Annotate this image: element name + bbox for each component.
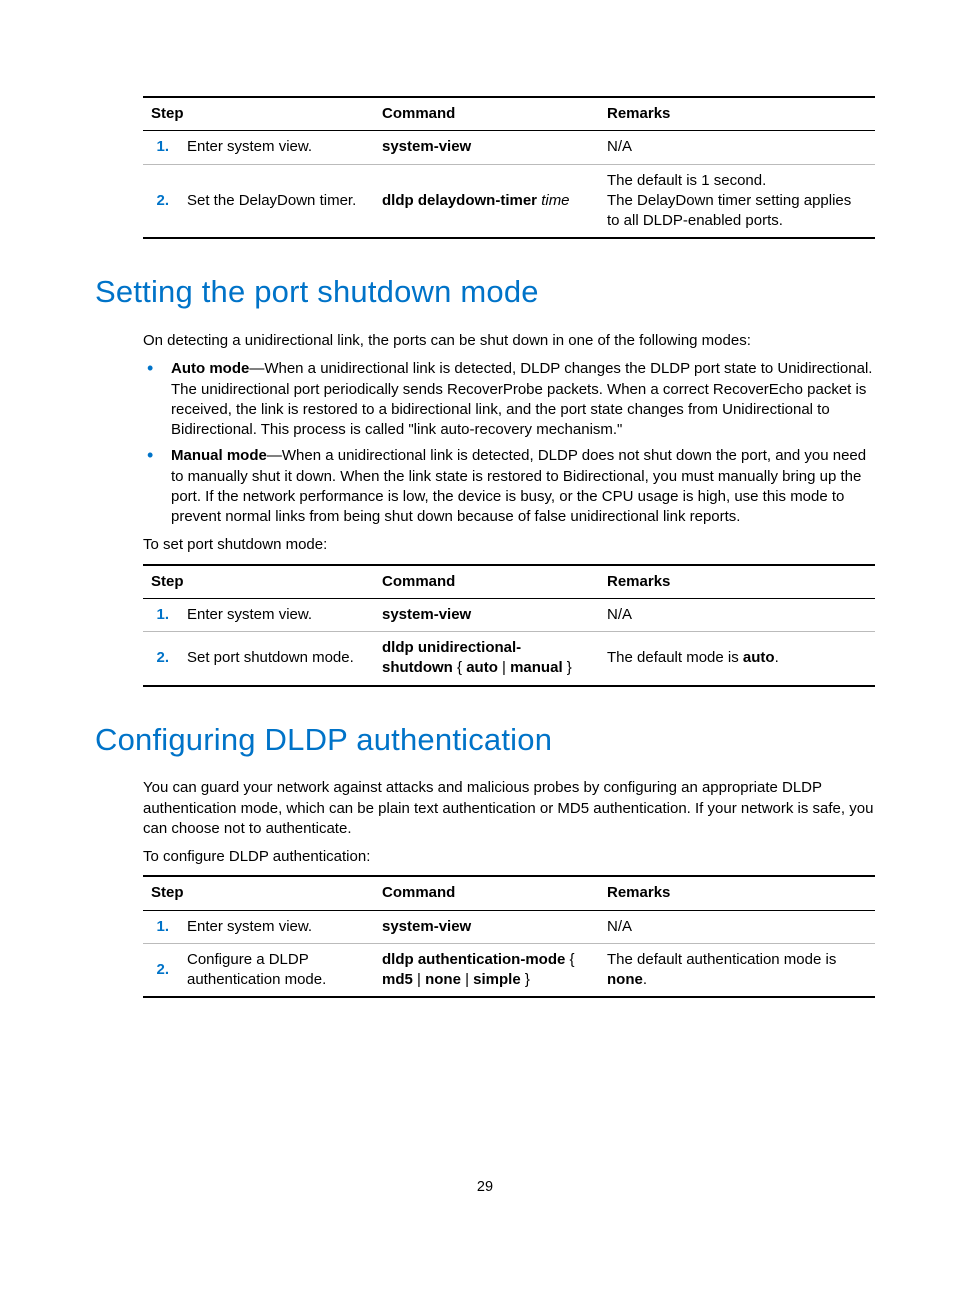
command-cell: system-view xyxy=(374,598,599,631)
step-description: Enter system view. xyxy=(179,910,374,943)
table-row: 1.Enter system view.system-viewN/A xyxy=(143,598,875,631)
step-number: 1. xyxy=(143,131,179,164)
section1-content: On detecting a unidirectional link, the … xyxy=(143,331,875,687)
section2-lead: To configure DLDP authentication: xyxy=(143,847,875,867)
section2-content: You can guard your network against attac… xyxy=(143,778,875,998)
step-number: 2. xyxy=(143,943,179,997)
command-cell: dldp authentication-mode { md5 | none | … xyxy=(374,943,599,997)
remarks-cell: The default mode is auto. xyxy=(599,632,875,686)
step-description: Set the DelayDown timer. xyxy=(179,164,374,238)
dldp-auth-table: Step Command Remarks 1.Enter system view… xyxy=(143,875,875,998)
delaydown-timer-table: Step Command Remarks 1.Enter system view… xyxy=(143,96,875,239)
table-row: 2.Configure a DLDP authentication mode.d… xyxy=(143,943,875,997)
th-command: Command xyxy=(374,876,599,910)
th-command: Command xyxy=(374,565,599,599)
remarks-cell: N/A xyxy=(599,598,875,631)
page: Step Command Remarks 1.Enter system view… xyxy=(0,0,954,1238)
step-description: Enter system view. xyxy=(179,598,374,631)
command-cell: dldp delaydown-timer time xyxy=(374,164,599,238)
table1-body: 1.Enter system view.system-viewN/A2.Set … xyxy=(143,131,875,239)
step-number: 2. xyxy=(143,164,179,238)
th-step: Step xyxy=(143,97,374,131)
remarks-cell: N/A xyxy=(599,910,875,943)
table2-body: 1.Enter system view.system-viewN/A2.Set … xyxy=(143,598,875,685)
th-step: Step xyxy=(143,876,374,910)
list-item: Manual mode—When a unidirectional link i… xyxy=(143,446,875,527)
th-remarks: Remarks xyxy=(599,565,875,599)
step-description: Enter system view. xyxy=(179,131,374,164)
th-remarks: Remarks xyxy=(599,97,875,131)
page-number: 29 xyxy=(95,1178,875,1198)
command-cell: dldp unidirectional-shutdown { auto | ma… xyxy=(374,632,599,686)
table1-wrap: Step Command Remarks 1.Enter system view… xyxy=(143,96,875,239)
step-number: 2. xyxy=(143,632,179,686)
heading-shutdown-mode: Setting the port shutdown mode xyxy=(95,271,875,313)
shutdown-mode-table: Step Command Remarks 1.Enter system view… xyxy=(143,564,875,687)
section1-bullets: Auto mode—When a unidirectional link is … xyxy=(143,359,875,527)
step-number: 1. xyxy=(143,598,179,631)
step-description: Set port shutdown mode. xyxy=(179,632,374,686)
command-cell: system-view xyxy=(374,131,599,164)
remarks-cell: The default authentication mode is none. xyxy=(599,943,875,997)
remarks-cell: The default is 1 second.The DelayDown ti… xyxy=(599,164,875,238)
table-row: 1.Enter system view.system-viewN/A xyxy=(143,910,875,943)
section1-lead: To set port shutdown mode: xyxy=(143,535,875,555)
section1-intro: On detecting a unidirectional link, the … xyxy=(143,331,875,351)
command-cell: system-view xyxy=(374,910,599,943)
list-item: Auto mode—When a unidirectional link is … xyxy=(143,359,875,440)
section2-intro: You can guard your network against attac… xyxy=(143,778,875,839)
th-step: Step xyxy=(143,565,374,599)
table-row: 1.Enter system view.system-viewN/A xyxy=(143,131,875,164)
remarks-cell: N/A xyxy=(599,131,875,164)
step-number: 1. xyxy=(143,910,179,943)
step-description: Configure a DLDP authentication mode. xyxy=(179,943,374,997)
table-row: 2.Set port shutdown mode.dldp unidirecti… xyxy=(143,632,875,686)
th-remarks: Remarks xyxy=(599,876,875,910)
table3-body: 1.Enter system view.system-viewN/A2.Conf… xyxy=(143,910,875,997)
heading-dldp-auth: Configuring DLDP authentication xyxy=(95,719,875,761)
table-row: 2.Set the DelayDown timer.dldp delaydown… xyxy=(143,164,875,238)
th-command: Command xyxy=(374,97,599,131)
